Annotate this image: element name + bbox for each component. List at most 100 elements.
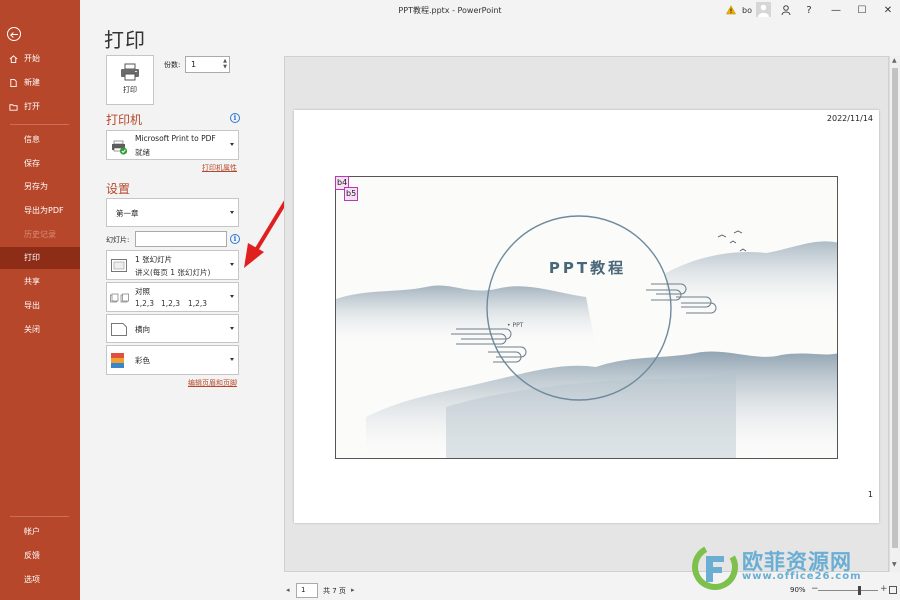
nav-item-export-pdf[interactable]: 导出为PDF [0,200,80,222]
nav-item-label: 选项 [24,575,40,584]
chevron-down-icon [230,210,234,214]
share-person-icon[interactable] [780,4,792,16]
vertical-scrollbar[interactable]: ▲ ▼ [889,56,900,572]
nav-item-history: 历史记录 [0,224,80,246]
watermark-logo [692,544,738,590]
collate-dropdown[interactable]: 对照 1,2,3 1,2,3 1,2,3 [106,282,239,312]
nav-item-share[interactable]: 共享 [0,271,80,293]
nav-item-save-as[interactable]: 另存为 [0,176,80,198]
landscape-icon [111,323,127,336]
minimize-button[interactable]: — [828,3,844,19]
slide-subtitle: • PPT [507,322,524,329]
collate-seq-3: 1,2,3 [188,299,208,308]
nav-item-feedback[interactable]: 反馈 [0,545,80,567]
nav-item-export[interactable]: 导出 [0,295,80,317]
home-icon [9,55,18,64]
selection-tag-b5: b5 [344,187,359,201]
nav-item-info[interactable]: 信息 [0,129,80,151]
scroll-thumb[interactable] [892,68,898,548]
maximize-button[interactable]: ☐ [854,3,870,19]
copies-value: 1 [191,60,197,69]
nav-item-new[interactable]: 新建 [0,72,80,94]
folder-icon [9,104,18,111]
window-title: PPT教程.pptx - PowerPoint [398,6,502,15]
printer-name: Microsoft Print to PDF [135,134,216,143]
settings-heading: 设置 [106,182,131,196]
printer-dropdown[interactable]: Microsoft Print to PDF 就绪 [106,130,239,160]
watermark-url: www.office26.com [742,571,862,582]
zoom-slider[interactable] [818,590,878,591]
title-bar: PPT教程.pptx - PowerPoint bo ? — ☐ ✕ [80,0,900,22]
layout-dropdown[interactable]: 1 张幻灯片 讲义(每页 1 张幻灯片) [106,250,239,280]
collate-icon [110,293,129,303]
print-range-dropdown[interactable]: 第一章 [106,198,239,227]
nav-item-account[interactable]: 帐户 [0,521,80,543]
previous-page-button[interactable]: ◂ [286,586,290,594]
print-settings-panel: 打印 打印 份数: 1 ▲ ▼ 打印机 i Microsoft Print to … [80,22,280,600]
spinner-arrows-icon[interactable]: ▲ ▼ [223,58,227,70]
printer-status: 就绪 [135,148,150,157]
back-arrow-icon[interactable] [7,27,21,41]
scroll-up-icon[interactable]: ▲ [892,57,897,64]
warning-icon[interactable] [726,5,736,15]
nav-item-label: 关闭 [24,325,40,334]
edit-header-footer-link[interactable]: 编辑页眉和页脚 [188,378,237,388]
slides-input[interactable] [135,231,227,247]
layout-line1: 1 张幻灯片 [135,255,173,264]
print-button[interactable]: 打印 [106,55,154,105]
nav-item-label: 导出 [24,301,40,310]
nav-item-close[interactable]: 关闭 [0,319,80,341]
nav-item-home[interactable]: 开始 [0,48,80,70]
current-page-input[interactable]: 1 [296,583,318,598]
zoom-in-button[interactable]: + [880,584,888,594]
nav-item-print[interactable]: 打印 [0,247,80,269]
nav-item-label: 历史记录 [24,230,56,239]
nav-item-label: 导出为PDF [24,206,64,215]
slide-title: PPT教程 [548,259,627,277]
zoom-to-page-icon[interactable] [889,586,897,594]
scroll-down-icon[interactable]: ▼ [892,561,897,568]
nav-item-label: 反馈 [24,551,40,560]
preview-status-bar: ◂ 1 共 7 页 ▸ 90% − + [280,580,900,600]
new-doc-icon [10,78,17,88]
print-button-label: 打印 [123,86,137,94]
nav-item-label: 新建 [24,78,40,87]
color-value: 彩色 [135,356,150,365]
info-icon[interactable]: i [230,234,240,244]
zoom-slider-handle[interactable] [858,586,861,595]
nav-item-open[interactable]: 打开 [0,96,80,118]
next-page-button[interactable]: ▸ [351,586,355,594]
nav-item-options[interactable]: 选项 [0,569,80,591]
color-dropdown[interactable]: 彩色 [106,345,239,375]
printer-icon [121,63,139,81]
copies-stepper[interactable]: 1 ▲ ▼ [185,56,230,73]
nav-item-label: 打开 [24,102,40,111]
zoom-out-button[interactable]: − [811,584,819,594]
chevron-down-icon [230,326,234,330]
layout-line2: 讲义(每页 1 张幻灯片) [135,268,211,277]
info-icon[interactable]: i [230,113,240,123]
print-range-value: 第一章 [116,209,139,218]
chevron-down-icon [230,263,234,266]
close-button[interactable]: ✕ [880,3,896,19]
collate-label: 对照 [135,287,150,296]
nav-item-save[interactable]: 保存 [0,153,80,175]
nav-item-label: 帐户 [24,527,40,536]
nav-item-label: 共享 [24,277,40,286]
collate-seq-2: 1,2,3 [161,299,181,308]
preview-page: 2022/11/14 PPT教程 • PPT b4 b5 1 [294,110,879,523]
zoom-level[interactable]: 90% [790,586,806,594]
printer-heading: 打印机 [106,113,143,127]
user-name[interactable]: bo [740,3,754,19]
printer-properties-link[interactable]: 打印机属性 [202,163,237,173]
help-button[interactable]: ? [802,3,816,19]
slides-label: 幻灯片: [106,236,130,244]
avatar[interactable] [756,2,771,17]
collate-seq-1: 1,2,3 [135,299,155,308]
chevron-down-icon [230,358,234,361]
pdf-printer-icon [112,140,128,155]
orientation-dropdown[interactable]: 横向 [106,314,239,343]
chevron-down-icon [230,295,234,298]
nav-item-label: 另存为 [24,182,48,191]
page-title: 打印 [104,28,146,52]
